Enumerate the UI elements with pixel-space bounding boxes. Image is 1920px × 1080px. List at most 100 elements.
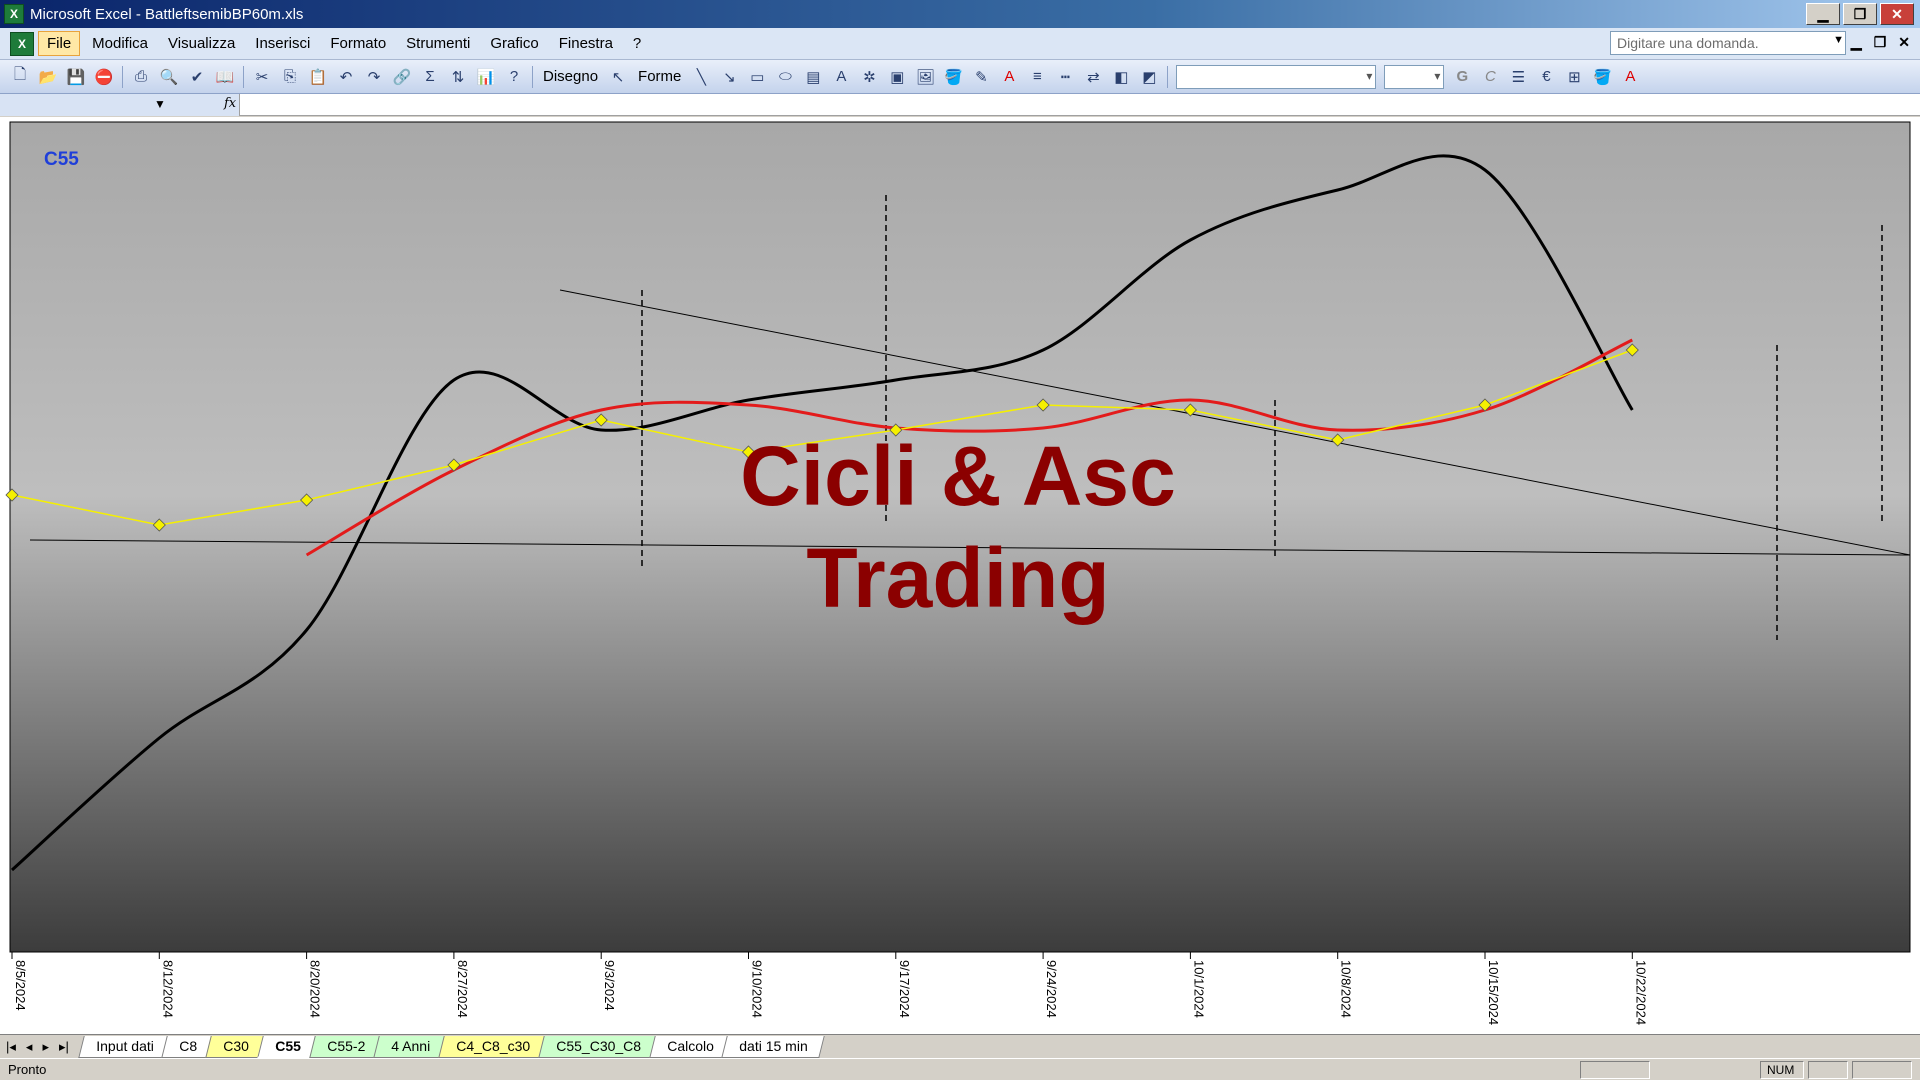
x-tick-label: 8/5/2024 [13, 960, 28, 1011]
doc-restore-icon[interactable]: ❐ [1874, 34, 1887, 51]
last-sheet-icon[interactable]: ▸| [59, 1039, 69, 1055]
excel-app-icon[interactable]: X [4, 4, 24, 24]
euro-icon[interactable]: € [1535, 66, 1557, 88]
maximize-button[interactable]: ❐ [1843, 3, 1877, 25]
ask-question-input[interactable]: Digitare una domanda. [1610, 31, 1846, 55]
hyperlink-icon[interactable]: 🔗 [391, 66, 413, 88]
status-panel [1808, 1061, 1848, 1079]
align-icon[interactable]: ☰ [1507, 66, 1529, 88]
x-tick-label: 10/22/2024 [1633, 960, 1648, 1025]
workbook-icon[interactable]: X [10, 31, 34, 56]
sum-icon[interactable]: Σ [419, 66, 441, 88]
redo-icon[interactable]: ↷ [363, 66, 385, 88]
save-icon[interactable]: 💾 [65, 66, 87, 88]
drawing-menu[interactable]: Disegno [543, 68, 598, 85]
close-button[interactable]: ✕ [1880, 3, 1914, 25]
paste-icon[interactable]: 📋 [307, 66, 329, 88]
line-icon[interactable]: ╲ [690, 66, 712, 88]
arrow-style-icon[interactable]: ⇄ [1082, 66, 1104, 88]
title-bar: X Microsoft Excel - BattleftsemibBP60m.x… [0, 0, 1920, 28]
sheet-tab-input-dati[interactable]: Input dati [78, 1035, 172, 1058]
sheet-tab-calcolo[interactable]: Calcolo [648, 1035, 732, 1058]
sheet-tab-c55-c30-c8[interactable]: C55_C30_C8 [538, 1035, 659, 1058]
arrow-icon[interactable]: ↘ [718, 66, 740, 88]
menu-bar: X File Modifica Visualizza Inserisci For… [0, 28, 1920, 60]
menu-help[interactable]: ? [625, 32, 649, 55]
sheet-tab-c4-c8-c30[interactable]: C4_C8_c30 [438, 1035, 548, 1058]
fill-color-icon[interactable]: 🪣 [942, 66, 964, 88]
permission-icon[interactable]: ⛔ [93, 66, 115, 88]
sort-icon[interactable]: ⇅ [447, 66, 469, 88]
help-icon[interactable]: ? [503, 66, 525, 88]
cut-icon[interactable]: ✂ [251, 66, 273, 88]
wordart-icon[interactable]: A [830, 66, 852, 88]
watermark-line1: Cicli & Asc [740, 429, 1176, 523]
rectangle-icon[interactable]: ▭ [746, 66, 768, 88]
menu-modifica[interactable]: Modifica [84, 32, 156, 55]
sheet-tab-dati-15-min[interactable]: dati 15 min [721, 1035, 826, 1058]
menu-inserisci[interactable]: Inserisci [247, 32, 318, 55]
function-icon[interactable]: fx [224, 96, 236, 111]
research-icon[interactable]: 📖 [214, 66, 236, 88]
menu-file[interactable]: File [38, 31, 81, 56]
font-size-combo[interactable] [1384, 64, 1445, 89]
clipart-icon[interactable]: ▣ [886, 66, 908, 88]
select-pointer-icon[interactable]: ↖ [607, 66, 629, 88]
x-tick-label: 8/20/2024 [308, 960, 323, 1018]
chevron-down-icon[interactable]: ▼ [1833, 34, 1844, 46]
prev-sheet-icon[interactable]: ◂ [26, 1039, 33, 1055]
open-folder-icon[interactable]: 📂 [37, 66, 59, 88]
chevron-down-icon[interactable]: ▼ [154, 97, 166, 111]
shapes-menu[interactable]: Forme [638, 68, 681, 85]
dash-style-icon[interactable]: ┅ [1054, 66, 1076, 88]
spelling-icon[interactable]: ✔ [186, 66, 208, 88]
textbox-icon[interactable]: ▤ [802, 66, 824, 88]
num-lock-indicator: NUM [1760, 1061, 1804, 1079]
window-title: Microsoft Excel - BattleftsemibBP60m.xls [30, 5, 304, 23]
oval-icon[interactable]: ⬭ [774, 66, 796, 88]
line-style-icon[interactable]: ≡ [1026, 66, 1048, 88]
toolbar-separator [122, 65, 123, 88]
menu-finestra[interactable]: Finestra [551, 32, 621, 55]
menu-visualizza[interactable]: Visualizza [160, 32, 243, 55]
x-tick-label: 10/8/2024 [1339, 960, 1354, 1018]
x-tick-label: 9/24/2024 [1044, 960, 1059, 1018]
toolbar-separator [532, 65, 533, 88]
next-sheet-icon[interactable]: ▸ [42, 1039, 49, 1055]
chart-wizard-icon[interactable]: 📊 [475, 66, 497, 88]
x-tick-label: 10/15/2024 [1486, 960, 1501, 1025]
line-color-icon[interactable]: ✎ [970, 66, 992, 88]
sheet-tab-c55-2[interactable]: C55-2 [309, 1035, 383, 1058]
chart-sheet[interactable]: C55 Cicli & Asc Trading 8/5/2024 8/12/202… [0, 117, 1920, 1037]
menu-formato[interactable]: Formato [322, 32, 394, 55]
bold-icon[interactable]: G [1451, 66, 1473, 88]
3d-style-icon[interactable]: ◩ [1138, 66, 1160, 88]
first-sheet-icon[interactable]: |◂ [6, 1039, 16, 1055]
menu-grafico[interactable]: Grafico [482, 32, 546, 55]
print-preview-icon[interactable]: 🔍 [158, 66, 180, 88]
font-color-icon[interactable]: A [998, 66, 1020, 88]
doc-minimize-icon[interactable]: ▁ [1851, 34, 1862, 51]
chart-svg[interactable]: C55 Cicli & Asc Trading 8/5/2024 8/12/202… [0, 117, 1920, 1037]
font-name-combo[interactable] [1176, 64, 1377, 89]
undo-icon[interactable]: ↶ [335, 66, 357, 88]
toolbar-separator [243, 65, 244, 88]
minimize-button[interactable]: ▁ [1806, 3, 1840, 25]
doc-close-icon[interactable]: ✕ [1898, 34, 1910, 51]
copy-icon[interactable]: ⎘ [279, 66, 301, 88]
sheet-tab-4-anni[interactable]: 4 Anni [373, 1035, 448, 1058]
italic-icon[interactable]: C [1479, 66, 1501, 88]
name-box[interactable]: ▼ fx [0, 94, 240, 116]
diagram-icon[interactable]: ✲ [858, 66, 880, 88]
fill-color-2-icon[interactable]: 🪣 [1591, 66, 1613, 88]
status-bar: Pronto NUM [0, 1058, 1920, 1080]
shadow-icon[interactable]: ◧ [1110, 66, 1132, 88]
print-icon[interactable]: ⎙ [130, 66, 152, 88]
font-color-2-icon[interactable]: A [1619, 66, 1641, 88]
toolbar: 🗋 📂 💾 ⛔ ⎙ 🔍 ✔ 📖 ✂ ⎘ 📋 ↶ ↷ 🔗 Σ ⇅ 📊 ? Dise… [0, 60, 1920, 94]
borders-icon[interactable]: ⊞ [1563, 66, 1585, 88]
new-file-icon[interactable]: 🗋 [9, 66, 31, 88]
picture-icon[interactable]: 🖼 [914, 66, 936, 88]
menu-strumenti[interactable]: Strumenti [398, 32, 478, 55]
formula-bar: ▼ fx [0, 94, 1920, 116]
